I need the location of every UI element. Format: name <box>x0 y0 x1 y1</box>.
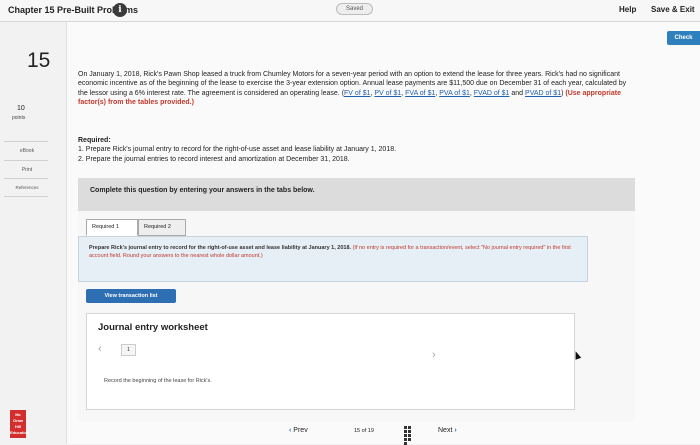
worksheet-title: Journal entry worksheet <box>98 322 208 333</box>
instruction-banner: Complete this question by entering your … <box>78 178 635 211</box>
points-label: points <box>12 115 26 121</box>
tab-required-2[interactable]: Required 2 <box>138 219 186 236</box>
question-number: 15 <box>27 49 51 72</box>
left-rail <box>0 22 52 444</box>
prompt-main: Prepare Rick's journal entry to record f… <box>89 245 352 251</box>
check-button[interactable]: Check <box>667 31 700 45</box>
table-link-pv[interactable]: PV of $1 <box>374 90 401 97</box>
ebook-link[interactable]: eBook <box>2 143 52 159</box>
current-page: 15 <box>354 428 361 434</box>
worksheet-page-number[interactable]: 1 <box>121 344 136 356</box>
mcgraw-hill-logo: Mc Graw Hill Education <box>10 410 29 438</box>
required-section: Required: 1. Prepare Rick's journal entr… <box>78 136 528 164</box>
print-link[interactable]: Print <box>2 162 52 178</box>
save-exit-button[interactable]: Save & Exit <box>651 5 695 14</box>
chevron-right-icon[interactable]: › <box>432 349 436 361</box>
prev-button[interactable]: ‹ Prev <box>289 427 308 434</box>
saved-status-badge: Saved <box>336 3 374 15</box>
required-item-1: 1. Prepare Rick's journal entry to recor… <box>78 146 397 154</box>
table-link-fvad[interactable]: FVAD of $1 <box>474 90 510 97</box>
prompt-box: Prepare Rick's journal entry to record f… <box>78 236 588 282</box>
problem-text: On January 1, 2018, Rick's Pawn Shop lea… <box>78 71 627 106</box>
table-link-pva[interactable]: PVA of $1 <box>439 90 470 97</box>
tab-required-1[interactable]: Required 1 <box>86 219 138 236</box>
worksheet-note: Record the beginning of the lease for Ri… <box>104 378 212 384</box>
page-counter: 15 of 19 <box>354 428 374 434</box>
table-link-fv[interactable]: FV of $1 <box>344 90 370 97</box>
table-link-pvad[interactable]: PVAD of $1 <box>525 90 561 97</box>
rail-divider <box>4 178 48 179</box>
next-button[interactable]: Next › <box>438 427 457 434</box>
top-bar: Chapter 15 Pre-Built Problems i Saved He… <box>0 0 700 22</box>
rail-divider <box>4 196 48 197</box>
rail-divider <box>4 160 48 161</box>
chevron-right-icon: › <box>454 427 457 434</box>
required-title: Required: <box>78 137 111 144</box>
next-label: Next <box>438 427 453 434</box>
of-label: of <box>361 428 367 434</box>
total-pages: 19 <box>367 428 374 434</box>
prev-label: Prev <box>293 427 308 434</box>
table-link-fva[interactable]: FVA of $1 <box>405 90 435 97</box>
grid-icon[interactable] <box>404 426 415 445</box>
rail-divider <box>4 141 48 142</box>
required-item-2: 2. Prepare the journal entries to record… <box>78 155 350 163</box>
help-link[interactable]: Help <box>619 5 636 14</box>
chevron-left-icon: ‹ <box>289 427 292 434</box>
view-transaction-list-button[interactable]: View transaction list <box>86 289 176 303</box>
references-link[interactable]: References <box>2 180 52 196</box>
info-icon[interactable]: i <box>113 3 127 17</box>
chevron-left-icon[interactable]: ‹ <box>98 343 102 355</box>
points-value: 10 <box>17 105 25 112</box>
